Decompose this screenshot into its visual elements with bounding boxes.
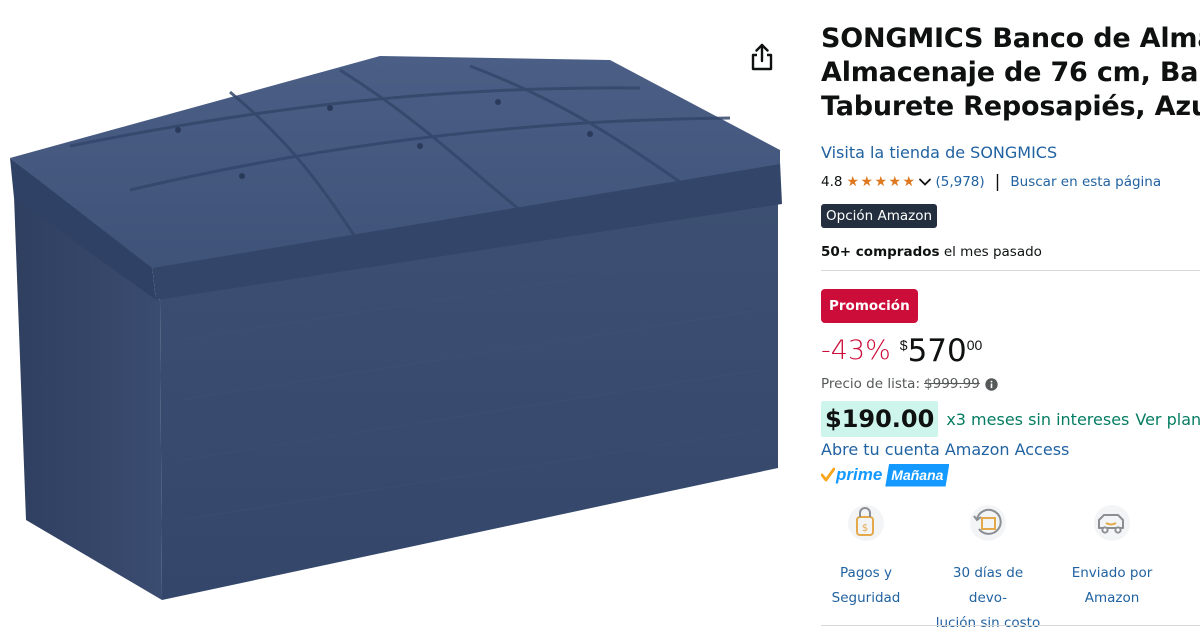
returns-icon — [970, 505, 1006, 541]
feature-label-line: Amazon — [1084, 590, 1140, 606]
product-title-line: SONGMICS Banco de Almacenamiento — [821, 23, 1200, 54]
feature-shipping[interactable]: Enviado por Amazon — [1057, 502, 1167, 611]
feature-label-line: lución sin costo — [935, 615, 1041, 631]
separator: | — [994, 172, 1001, 192]
feature-label: 30 días de devo- lución sin costo — [933, 561, 1043, 634]
star-rating[interactable]: ★ ★ ★ ★ ★ — [846, 175, 916, 189]
amazon-access-link[interactable]: Abre tu cuenta Amazon Access — [821, 440, 1069, 459]
price-whole: 570 — [907, 333, 967, 369]
star-icon: ★ — [846, 174, 860, 190]
feature-label-line: Pagos y — [840, 565, 892, 581]
discount-percent: -43% — [821, 335, 891, 366]
price-fraction: 00 — [966, 337, 983, 353]
installment-text: x3 meses sin intereses — [946, 409, 1130, 429]
installment-row: $190.00 x3 meses sin intereses Ver plane… — [821, 399, 1200, 439]
purchase-count-rest: el mes pasado — [939, 244, 1042, 260]
purchase-count-bold: 50+ comprados — [821, 244, 940, 260]
list-price-label: Precio de lista: — [821, 376, 921, 392]
feature-returns[interactable]: 30 días de devo- lución sin costo — [933, 502, 1043, 634]
info-icon[interactable] — [985, 377, 998, 391]
price-currency: $ — [899, 337, 908, 353]
rating-count-link[interactable]: (5,978) — [935, 174, 984, 190]
product-image-panel[interactable] — [0, 0, 800, 634]
feature-label: Pagos y Seguridad — [821, 561, 921, 611]
prime-check-icon — [821, 467, 835, 482]
chevron-down-icon[interactable] — [918, 175, 932, 189]
star-icon: ★ — [902, 174, 916, 190]
list-price: Precio de lista: $999.99 — [821, 376, 998, 392]
prime-delivery-day: Mañana — [885, 463, 950, 487]
divider — [821, 625, 1200, 626]
purchase-count: 50+ comprados el mes pasado — [821, 244, 1042, 260]
rating-row: 4.8 ★ ★ ★ ★ ★ (5,978) | Buscar en esta p… — [821, 172, 1161, 192]
store-link[interactable]: Visita la tienda de SONGMICS — [821, 143, 1057, 162]
star-icon: ★ — [860, 174, 874, 190]
feature-label-line: Seguridad — [831, 590, 901, 606]
svg-text:$: $ — [862, 523, 868, 534]
prime-delivery: prime Mañana — [821, 462, 950, 488]
installment-amount: $190.00 — [821, 401, 939, 437]
feature-icons: $ Pagos y Seguridad 30 días de devo- luc… — [832, 502, 1195, 631]
amazon-choice-badge[interactable]: Opción Amazon — [821, 204, 938, 228]
divider — [821, 270, 1200, 271]
view-plans-link[interactable]: Ver planes — [1135, 410, 1200, 429]
list-price-value: $999.99 — [924, 376, 980, 392]
secure-payment-icon: $ — [848, 505, 884, 541]
share-icon[interactable] — [748, 42, 776, 72]
prime-logo-text: prime — [836, 465, 883, 484]
deal-badge: Promoción — [821, 289, 918, 323]
product-title: SONGMICS Banco de Almacenamiento Almacen… — [821, 22, 1200, 124]
rating-value: 4.8 — [821, 174, 843, 190]
product-title-line: Taburete Reposapiés, Azul Oscuro — [821, 91, 1200, 122]
product-image[interactable] — [0, 0, 800, 634]
prime-logo: prime — [821, 465, 882, 485]
feature-label-line: 30 días de devo- — [952, 565, 1024, 606]
star-icon: ★ — [874, 174, 888, 190]
feature-secure-payment[interactable]: $ Pagos y Seguridad — [821, 502, 921, 611]
price-row: -43% $ 570 00 — [821, 332, 982, 372]
product-details: SONGMICS Banco de Almacenamiento Almacen… — [821, 0, 1200, 634]
star-icon: ★ — [888, 174, 902, 190]
search-page-link[interactable]: Buscar en esta página — [1010, 174, 1161, 190]
product-title-line: Almacenaje de 76 cm, Baúl de — [821, 57, 1200, 88]
feature-label-line: Enviado por — [1071, 565, 1153, 581]
feature-label: Enviado por Amazon — [1057, 561, 1167, 611]
shipping-truck-icon — [1094, 505, 1130, 541]
